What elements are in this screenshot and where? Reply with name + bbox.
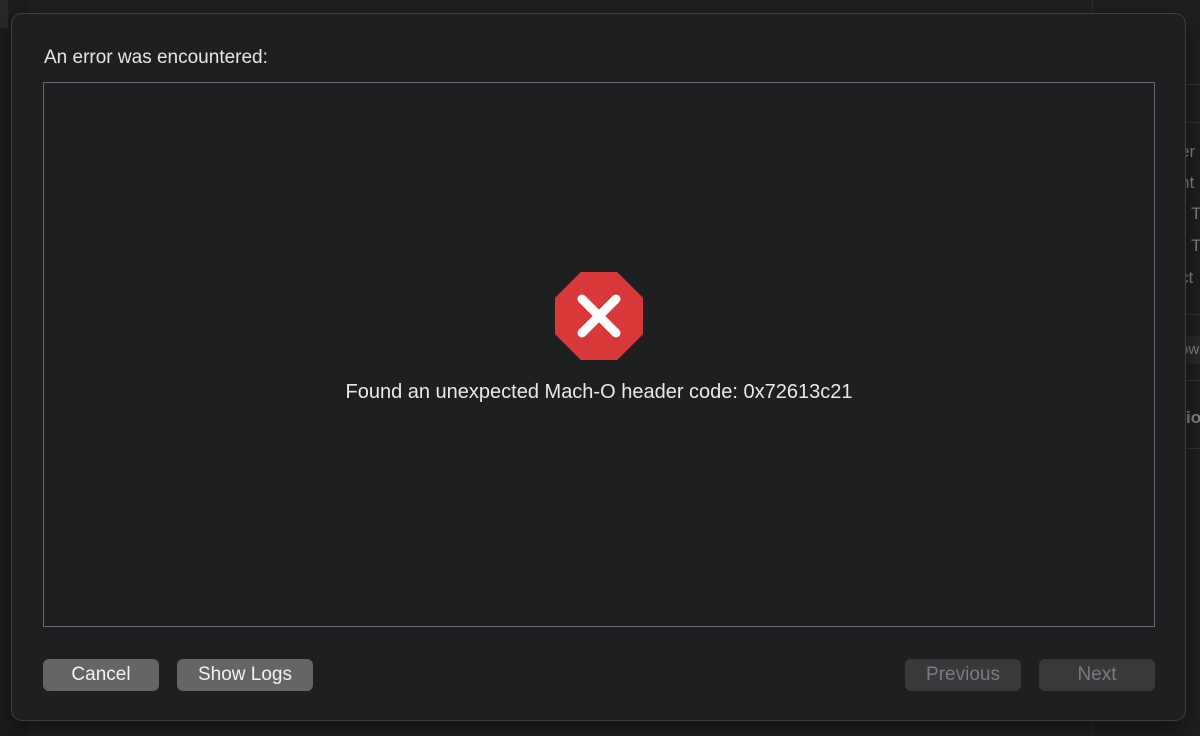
background-text-fragment: T (1191, 204, 1200, 223)
background-text-fragment: io (1186, 408, 1200, 427)
error-content-box: Found an unexpected Mach-O header code: … (43, 82, 1155, 627)
previous-button[interactable]: Previous (905, 659, 1021, 691)
background-top-bar (28, 0, 1200, 10)
error-octagon-x-icon (555, 272, 643, 360)
next-button[interactable]: Next (1039, 659, 1155, 691)
error-message: Found an unexpected Mach-O header code: … (345, 381, 853, 403)
background-text-fragment: T (1191, 236, 1200, 255)
cancel-button[interactable]: Cancel (43, 659, 159, 691)
show-logs-button[interactable]: Show Logs (177, 659, 313, 691)
error-sheet: An error was encountered: Found an unexp… (11, 13, 1186, 721)
sheet-title: An error was encountered: (44, 47, 268, 68)
